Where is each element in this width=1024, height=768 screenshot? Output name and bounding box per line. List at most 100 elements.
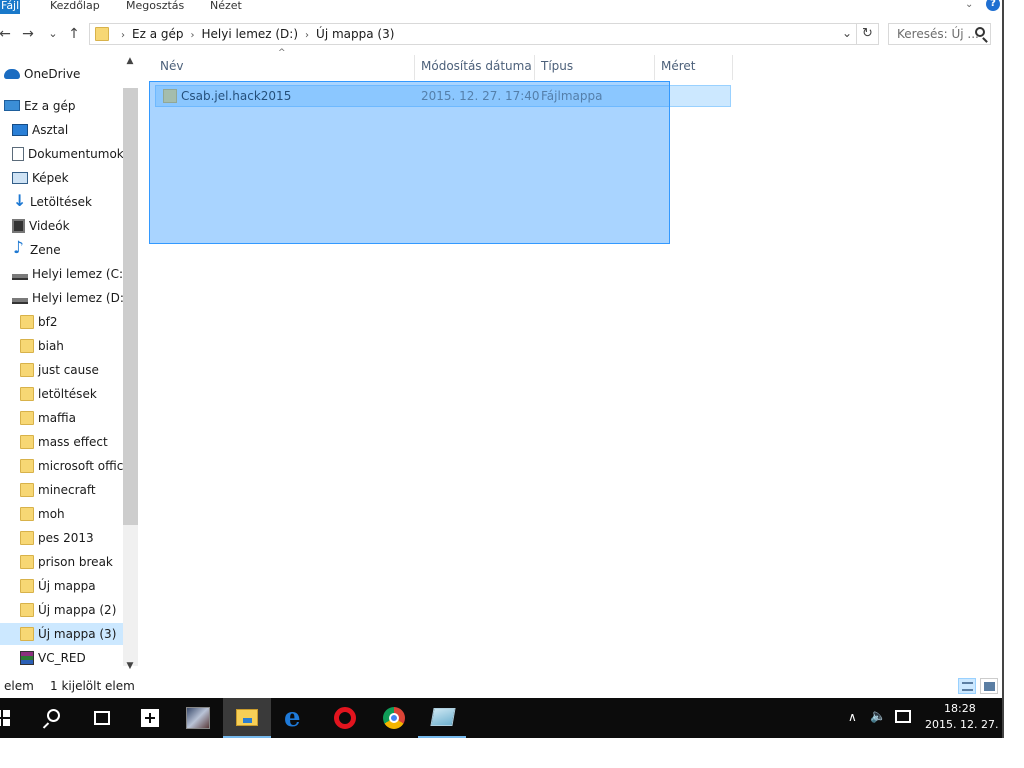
taskbar-opera[interactable] [321, 698, 369, 738]
recent-locations-button[interactable]: ⌄ [44, 25, 62, 43]
nav-item-label: prison break [38, 555, 113, 569]
nav-item-documents[interactable]: Dokumentumok [12, 143, 124, 165]
address-bar[interactable]: › Ez a gép › Helyi lemez (D:) › Új mappa (3) … [89, 23, 857, 45]
nav-item-folder[interactable]: maffia [20, 407, 76, 429]
folder-icon [95, 27, 109, 41]
taskbar-file-explorer[interactable] [223, 698, 271, 738]
selection-count: 1 kijelölt elem [50, 679, 135, 693]
nav-item-label: pes 2013 [38, 531, 94, 545]
folder-icon [20, 338, 34, 353]
drive-icon [12, 273, 28, 280]
clock-time[interactable]: 18:28 [944, 702, 976, 715]
breadcrumb-this-pc[interactable]: Ez a gép [132, 27, 183, 41]
nav-item-label: bf2 [38, 315, 58, 329]
chevron-down-icon[interactable]: ⌄ [842, 26, 852, 40]
tab-view[interactable]: Nézet [210, 0, 242, 14]
nav-item-videos[interactable]: Videók [12, 215, 70, 237]
taskbar-store[interactable] [126, 698, 174, 738]
edge-icon: e [284, 703, 301, 733]
nav-item-downloads[interactable]: Letöltések [12, 190, 92, 213]
chevron-right-icon[interactable]: › [305, 30, 309, 41]
nav-item-drive-d[interactable]: Helyi lemez (D:) [12, 287, 129, 309]
pictures-icon [12, 171, 28, 184]
nav-item-folder[interactable]: microsoft office [20, 455, 131, 477]
nav-item-onedrive[interactable]: OneDrive [4, 63, 80, 85]
nav-item-folder[interactable]: moh [20, 503, 65, 525]
game-app-icon [186, 707, 210, 729]
chevron-right-icon[interactable]: › [190, 30, 194, 41]
nav-item-folder[interactable]: mass effect [20, 431, 108, 453]
search-icon[interactable] [975, 27, 985, 37]
help-icon[interactable]: ? [986, 0, 1000, 11]
taskbar-search-button[interactable] [30, 698, 78, 738]
scroll-down-icon[interactable]: ▼ [124, 661, 136, 671]
navigation-pane[interactable]: OneDrive Ez a gép Asztal Dokumentumok Ké… [0, 52, 138, 676]
folder-icon [20, 458, 34, 473]
folder-icon [20, 578, 34, 593]
up-button[interactable]: ↑ [65, 25, 83, 43]
nav-item-music[interactable]: Zene [12, 237, 61, 261]
column-header-type[interactable]: Típus [535, 55, 655, 80]
forward-button[interactable]: → [19, 25, 37, 43]
column-header-size[interactable]: Méret [655, 55, 733, 80]
breadcrumb-drive-d[interactable]: Helyi lemez (D:) [201, 27, 298, 41]
nav-item-label: Asztal [32, 123, 69, 137]
scroll-up-icon[interactable]: ▲ [124, 56, 136, 66]
nav-item-folder[interactable]: pes 2013 [20, 527, 94, 549]
folder-icon [20, 482, 34, 497]
nav-item-folder[interactable]: Új mappa (2) [20, 599, 116, 621]
ribbon-expand-chevron-icon[interactable]: ⌄ [965, 0, 977, 12]
nav-item-folder[interactable]: bf2 [20, 311, 57, 333]
large-icons-view-button[interactable] [980, 678, 998, 694]
nav-item-pictures[interactable]: Képek [12, 167, 69, 189]
nav-item-label: Videók [29, 219, 70, 233]
desktop-icon [12, 123, 28, 136]
nav-item-folder[interactable]: prison break [20, 551, 113, 573]
file-list[interactable]: ^ Név Módosítás dátuma Típus Méret Csab.… [148, 48, 1004, 676]
clock-date[interactable]: 2015. 12. 27. [925, 718, 998, 731]
nav-item-folder[interactable]: biah [20, 335, 64, 357]
tab-share[interactable]: Megosztás [126, 0, 184, 14]
selection-rectangle [149, 81, 670, 244]
search-box[interactable]: Keresés: Új ... [888, 23, 991, 45]
details-view-button[interactable] [958, 678, 976, 694]
refresh-button[interactable]: ↻ [857, 23, 879, 45]
file-explorer-icon [236, 709, 258, 726]
taskbar-edge[interactable]: e [272, 698, 320, 738]
nav-item-label: Dokumentumok [28, 147, 124, 161]
nav-item-drive-c[interactable]: Helyi lemez (C:) [12, 263, 128, 285]
action-center-icon[interactable] [895, 710, 911, 723]
task-view-button[interactable] [78, 698, 126, 738]
nav-item-label: OneDrive [24, 67, 81, 81]
large-icons-view-icon [984, 682, 995, 691]
nav-scrollbar-thumb[interactable] [123, 88, 138, 525]
taskbar-game-app[interactable] [174, 698, 222, 738]
folder-icon [20, 506, 34, 521]
nav-item-folder[interactable]: just cause [20, 359, 99, 381]
nav-item-folder-selected[interactable]: Új mappa (3) [0, 623, 123, 645]
nav-item-label: Új mappa (2) [38, 603, 117, 617]
nav-item-folder[interactable]: Új mappa [20, 575, 96, 597]
nav-item-this-pc[interactable]: Ez a gép [4, 95, 75, 117]
taskbar-chrome[interactable] [370, 698, 418, 738]
folder-icon [20, 314, 34, 329]
computer-icon [4, 100, 20, 111]
nav-item-desktop[interactable]: Asztal [12, 119, 68, 141]
show-hidden-icons-icon[interactable]: ∧ [848, 710, 857, 724]
nav-item-folder[interactable]: minecraft [20, 479, 96, 501]
back-button[interactable]: ← [0, 25, 14, 43]
search-input[interactable]: Keresés: Új ... [897, 24, 979, 44]
screen-edge-divider [1002, 0, 1004, 738]
nav-item-vc-red[interactable]: VC_RED [20, 647, 86, 669]
breadcrumb-current-folder[interactable]: Új mappa (3) [316, 27, 394, 41]
tab-home[interactable]: Kezdőlap [50, 0, 100, 14]
task-view-icon [94, 711, 110, 725]
nav-item-folder[interactable]: letöltések [20, 383, 97, 405]
chrome-icon [383, 707, 405, 729]
column-header-date[interactable]: Módosítás dátuma [415, 55, 535, 80]
taskbar-app[interactable] [418, 698, 466, 738]
column-header-name[interactable]: Név [154, 55, 415, 80]
volume-icon[interactable]: 🔈 [870, 709, 886, 724]
tab-file[interactable]: Fájl [0, 0, 20, 14]
downloads-icon [12, 190, 26, 212]
